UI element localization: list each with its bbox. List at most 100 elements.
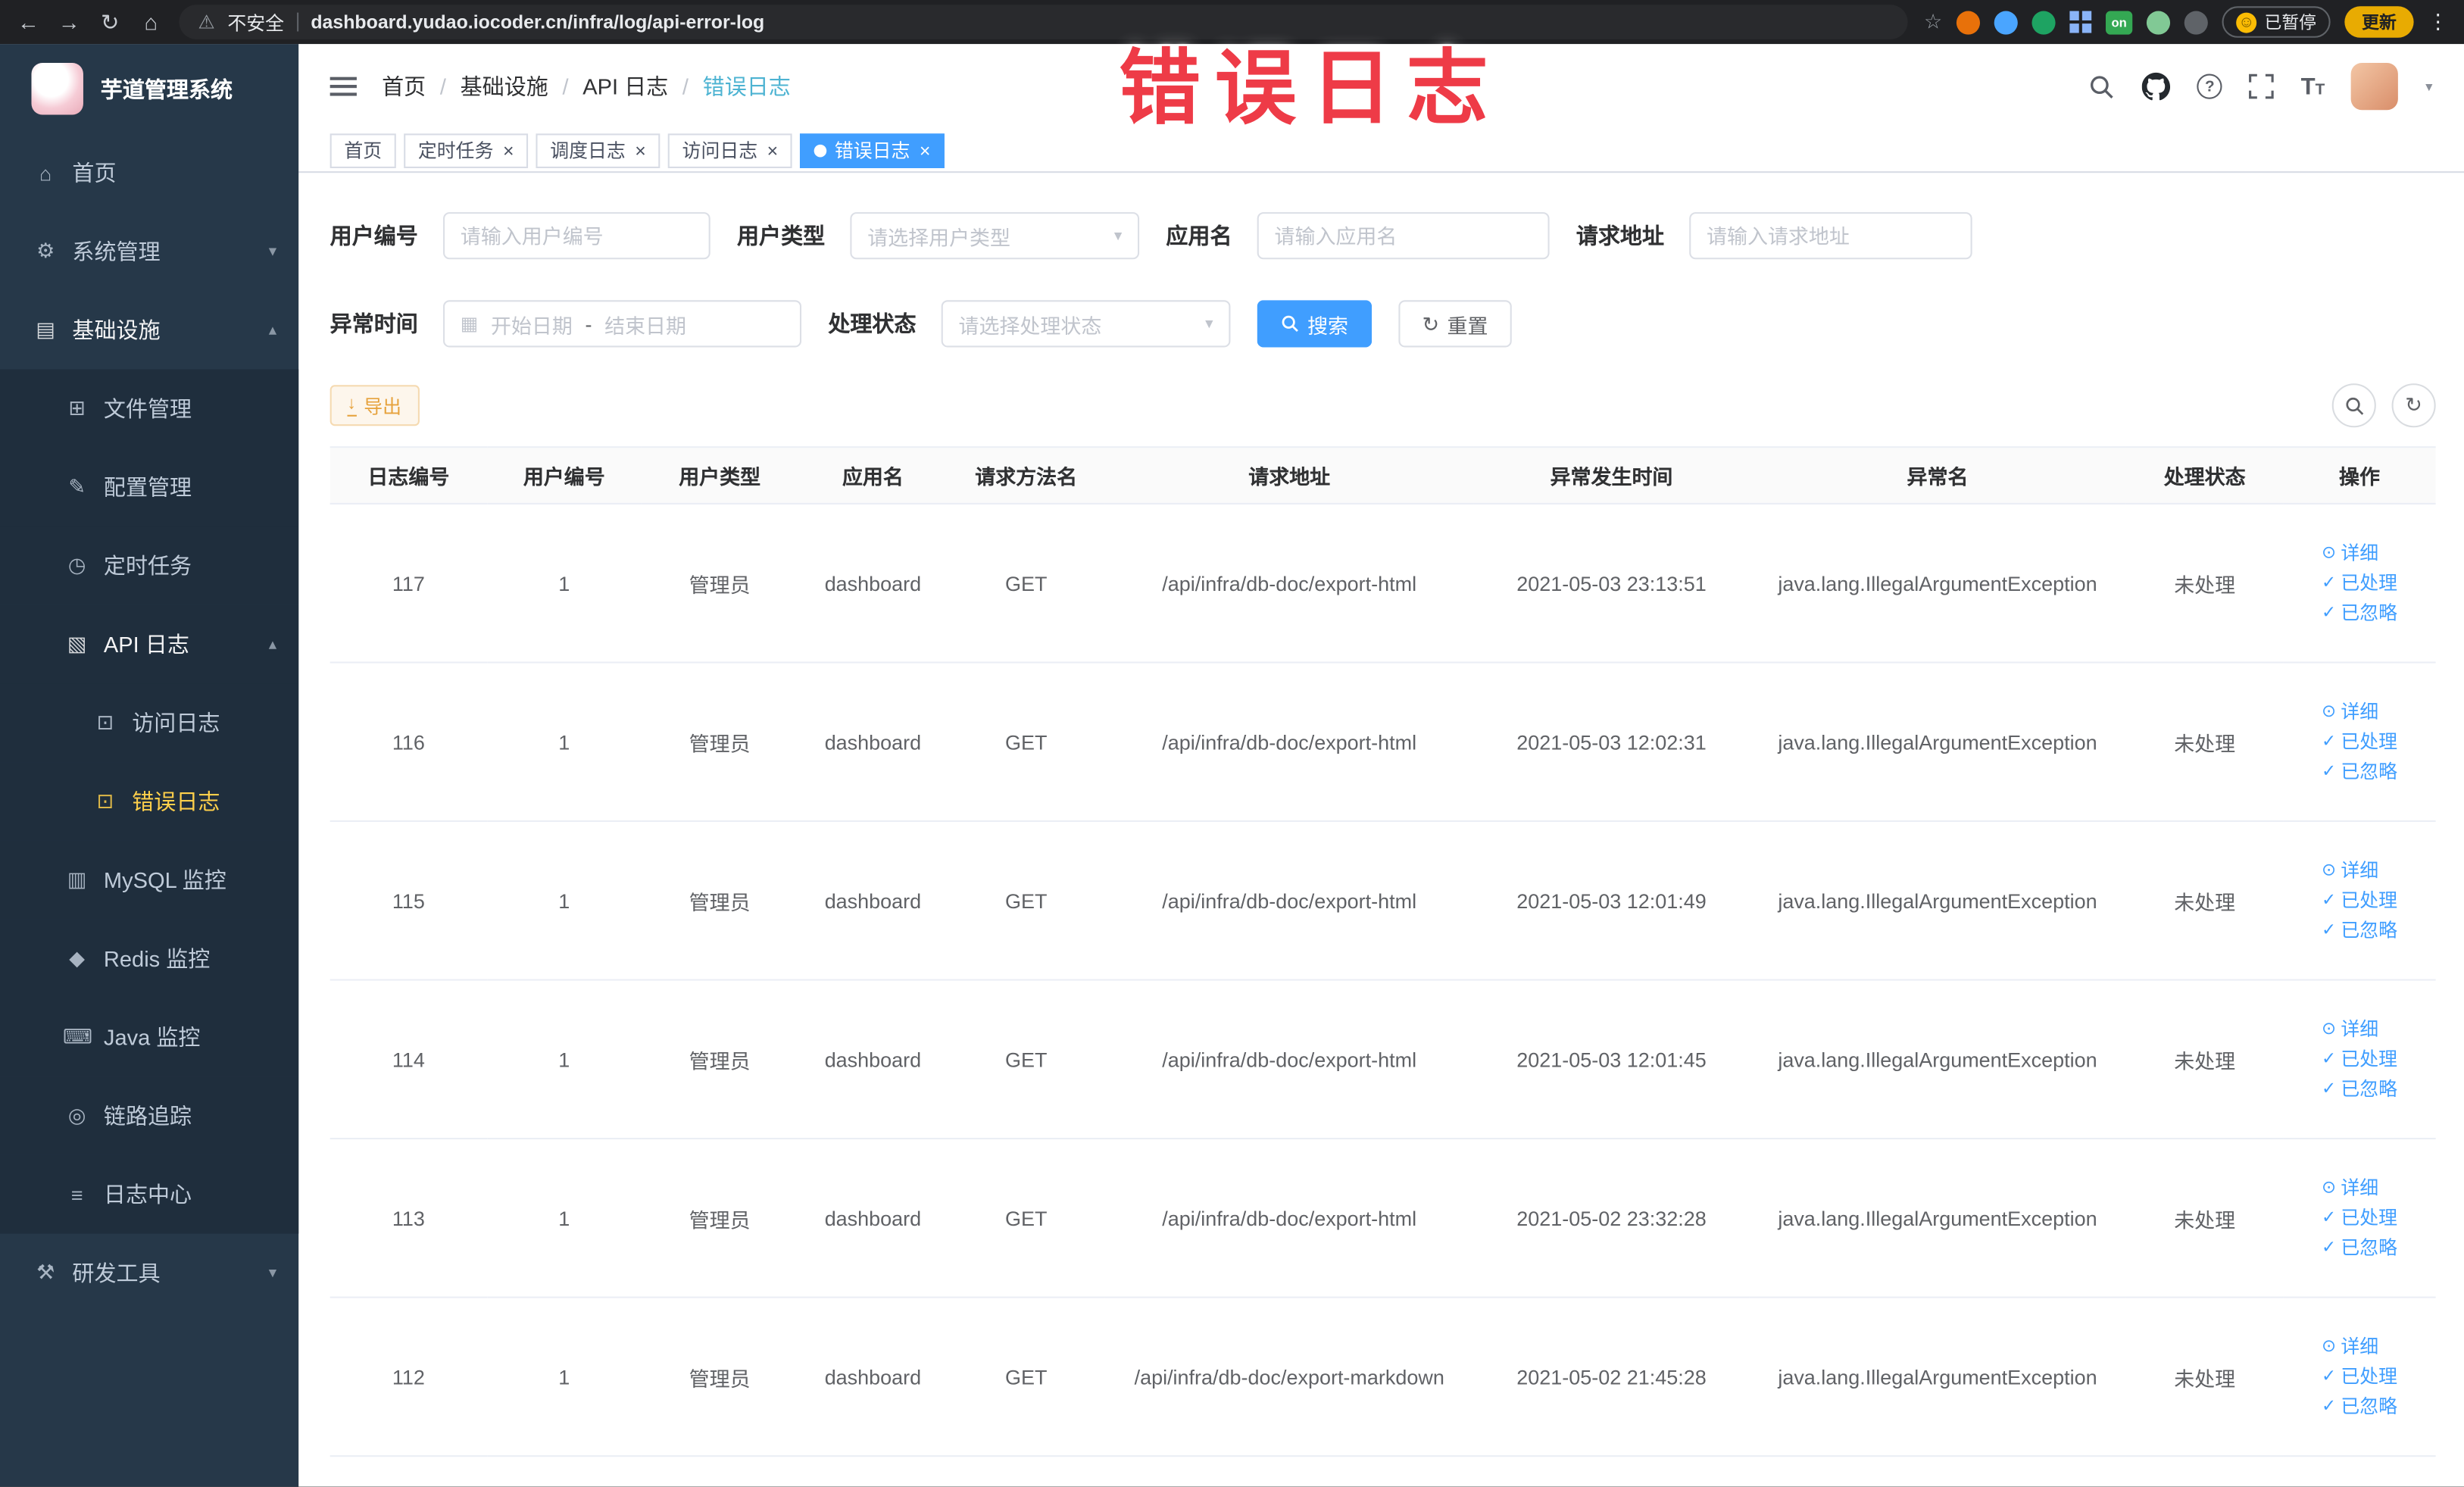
close-icon[interactable]: × — [920, 139, 931, 161]
action-ignore[interactable]: ✓ 已忽略 — [2322, 598, 2397, 627]
sidebar-item-home[interactable]: ⌂ 首页 — [0, 133, 298, 212]
cell-id: 113 — [329, 1139, 488, 1298]
action-detail[interactable]: ⊙ 详细 — [2322, 1173, 2397, 1203]
reload-icon[interactable]: ↻ — [98, 8, 123, 35]
app-header: 首页 / 基础设施 / API 日志 / 错误日志 ? TT ▾ — [298, 44, 2464, 129]
chevron-down-icon: ▾ — [268, 242, 277, 261]
action-detail[interactable]: ⊙ 详细 — [2322, 1332, 2397, 1361]
request-url-input[interactable] — [1689, 212, 1972, 260]
sidebar-item-error-log[interactable]: ⊡ 错误日志 — [0, 762, 299, 841]
sidebar-item-dev-tools[interactable]: ⚒ 研发工具 ▾ — [0, 1234, 298, 1313]
reset-button[interactable]: ↻ 重置 — [1398, 300, 1512, 348]
action-processed[interactable]: ✓ 已处理 — [2322, 1362, 2397, 1392]
sidebar-item-label: 首页 — [72, 160, 117, 186]
filter-process-status: 处理状态 请选择处理状态 ▾ — [828, 300, 1231, 348]
action-ignore[interactable]: ✓ 已忽略 — [2322, 757, 2397, 786]
profile-paused-chip[interactable]: ☺ 已暂停 — [2222, 6, 2331, 38]
breadcrumb-item[interactable]: API 日志 — [582, 70, 668, 102]
github-icon[interactable] — [2142, 72, 2171, 101]
action-ignore[interactable]: ✓ 已忽略 — [2322, 1233, 2397, 1263]
extension-icon-orange[interactable] — [1956, 10, 1981, 34]
extension-icon-on-badge[interactable]: on — [2105, 10, 2133, 34]
sidebar-item-java[interactable]: ⌨ Java 监控 — [0, 998, 299, 1077]
sidebar-item-job[interactable]: ◷ 定时任务 — [0, 526, 299, 605]
action-ignore[interactable]: ✓ 已忽略 — [2322, 1074, 2397, 1104]
url-divider — [296, 12, 298, 32]
fullscreen-icon[interactable] — [2249, 73, 2275, 99]
action-processed[interactable]: ✓ 已处理 — [2322, 1045, 2397, 1074]
check-icon: ✓ — [2321, 761, 2337, 781]
cell-url: /api/infra/db-doc/export-html — [1104, 979, 1474, 1140]
warning-icon: ⚠ — [198, 11, 215, 33]
action-processed[interactable]: ✓ 已处理 — [2322, 886, 2397, 915]
address-bar[interactable]: ⚠ 不安全 dashboard.yudao.iocoder.cn/infra/l… — [179, 5, 1909, 39]
action-detail[interactable]: ⊙ 详细 — [2322, 539, 2397, 568]
home-icon[interactable]: ⌂ — [139, 9, 164, 34]
breadcrumb-item[interactable]: 首页 — [382, 70, 426, 102]
filter-label: 用户编号 — [329, 223, 418, 248]
forward-icon[interactable]: → — [57, 9, 82, 34]
search-icon[interactable] — [2089, 73, 2116, 99]
app-name-input[interactable] — [1257, 212, 1550, 260]
sidebar-item-log-center[interactable]: ≡ 日志中心 — [0, 1154, 299, 1234]
cell-user_id: 1 — [487, 1139, 642, 1298]
security-label[interactable]: 不安全 — [227, 8, 284, 35]
action-processed[interactable]: ✓ 已处理 — [2322, 568, 2397, 598]
back-icon[interactable]: ← — [16, 9, 41, 34]
chevron-down-icon[interactable]: ▾ — [2425, 78, 2432, 95]
action-label: 已处理 — [2341, 729, 2398, 752]
user-type-select[interactable]: 请选择用户类型 ▾ — [850, 212, 1140, 260]
close-icon[interactable]: × — [503, 139, 514, 161]
action-detail[interactable]: ⊙ 详细 — [2322, 856, 2397, 886]
sidebar-logo[interactable]: 芋道管理系统 — [0, 44, 298, 133]
action-processed[interactable]: ✓ 已处理 — [2322, 1203, 2397, 1232]
sidebar-item-mysql[interactable]: ▥ MySQL 监控 — [0, 840, 299, 920]
sidebar-item-access-log[interactable]: ⊡ 访问日志 — [0, 683, 299, 763]
tab-job-log[interactable]: 调度日志 × — [536, 133, 661, 167]
action-processed[interactable]: ✓ 已处理 — [2322, 727, 2397, 757]
tools-icon: ⚒ — [36, 1260, 55, 1284]
action-detail[interactable]: ⊙ 详细 — [2322, 697, 2397, 726]
select-placeholder: 请选择处理状态 — [958, 313, 1102, 338]
action-detail[interactable]: ⊙ 详细 — [2322, 1014, 2397, 1044]
font-size-icon[interactable]: TT — [2301, 73, 2325, 99]
sidebar-item-system[interactable]: ⚙ 系统管理 ▾ — [0, 212, 298, 291]
search-button[interactable]: 搜索 — [1257, 300, 1373, 348]
tab-error-log[interactable]: 错误日志 × — [800, 133, 945, 167]
user-avatar[interactable] — [2351, 62, 2399, 111]
sidebar-item-infra[interactable]: ▤ 基础设施 ▴ — [0, 291, 298, 370]
sidebar-item-trace[interactable]: ◎ 链路追踪 — [0, 1076, 299, 1155]
browser-menu-icon[interactable]: ⋮ — [2428, 9, 2448, 34]
date-range-picker[interactable]: ▦ 开始日期 - 结束日期 — [443, 300, 802, 348]
toggle-search-button[interactable] — [2331, 383, 2376, 428]
action-ignore[interactable]: ✓ 已忽略 — [2322, 915, 2397, 945]
refresh-table-button[interactable]: ↻ — [2391, 383, 2436, 428]
breadcrumb-item[interactable]: 基础设施 — [461, 70, 548, 102]
tab-access-log[interactable]: 访问日志 × — [667, 133, 792, 167]
extension-icon-dark[interactable] — [2184, 10, 2208, 34]
chrome-toolbar-right: ☆ on ☺ 已暂停 更新 ⋮ — [1924, 6, 2448, 38]
tab-job[interactable]: 定时任务 × — [404, 133, 529, 167]
action-ignore[interactable]: ✓ 已忽略 — [2322, 1392, 2397, 1421]
extension-icon-blue-drop[interactable] — [1994, 10, 2018, 34]
cell-url: /api/infra/db-doc/export-html — [1104, 820, 1474, 981]
bookmark-star-icon[interactable]: ☆ — [1924, 9, 1942, 34]
extension-icon-grid[interactable] — [2069, 11, 2092, 33]
sidebar-item-config[interactable]: ✎ 配置管理 — [0, 448, 299, 526]
sidebar-item-redis[interactable]: ◆ Redis 监控 — [0, 919, 299, 998]
browser-update-button[interactable]: 更新 — [2344, 6, 2414, 38]
action-label: 已处理 — [2341, 889, 2398, 911]
sidebar-item-file[interactable]: ⊞ 文件管理 — [0, 369, 299, 448]
close-icon[interactable]: × — [635, 139, 646, 161]
hamburger-icon[interactable] — [329, 77, 357, 96]
extension-icon-leaf[interactable] — [2146, 10, 2171, 34]
export-button[interactable]: ↓ 导出 — [329, 385, 419, 426]
extension-icon-green[interactable] — [2031, 10, 2056, 34]
user-id-input[interactable] — [443, 212, 710, 260]
process-status-select[interactable]: 请选择处理状态 ▾ — [941, 300, 1231, 348]
close-icon[interactable]: × — [767, 139, 779, 161]
tab-home[interactable]: 首页 — [329, 133, 396, 167]
help-icon[interactable]: ? — [2197, 73, 2222, 99]
url-text[interactable]: dashboard.yudao.iocoder.cn/infra/log/api… — [311, 11, 764, 33]
sidebar-item-api-log[interactable]: ▧ API 日志 ▴ — [0, 604, 299, 684]
